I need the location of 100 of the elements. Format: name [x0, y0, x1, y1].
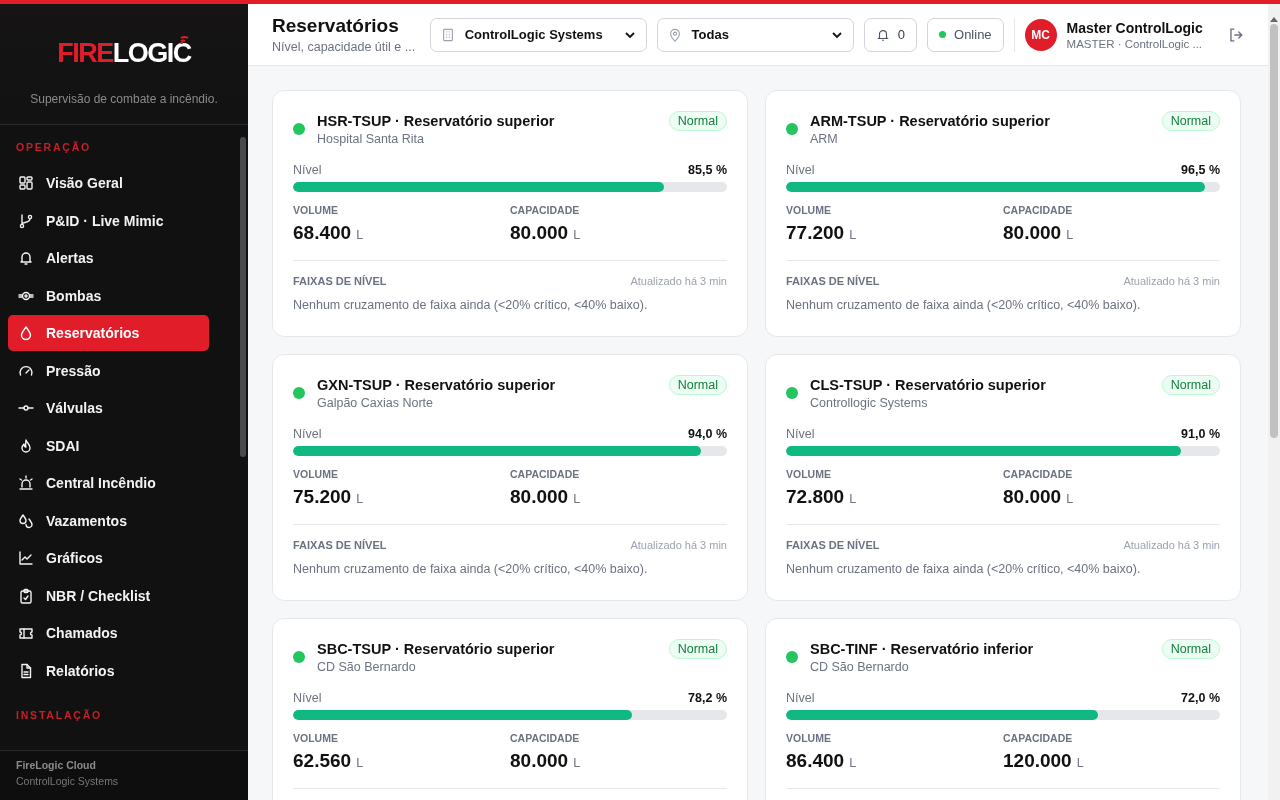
chart-icon [18, 550, 34, 566]
sidebar-item[interactable]: Vazamentos [8, 502, 209, 539]
status-badge: Online [927, 17, 1004, 52]
section-heading: OPERAÇÃO [15, 140, 93, 155]
stat-value: 80.000 [1003, 222, 1062, 243]
site-name: CD São Bernardo [317, 660, 417, 674]
ticket-icon [18, 625, 34, 641]
site-name: Galpão Caxias Norte [317, 396, 435, 410]
stat-value: 80.000 [510, 222, 569, 243]
sidebar-item[interactable]: Reservatórios [8, 315, 209, 351]
level-label: Nível [786, 163, 815, 177]
stat-value: 86.400 [786, 750, 845, 771]
updated-time: Atualizado há 3 min [1123, 539, 1220, 551]
stat-value: 75.200 [293, 486, 352, 507]
level-reading: 91,0 % [1181, 427, 1220, 441]
card-title: HSR-TSUP · Reservatório superior [317, 113, 556, 129]
stat-label: VOLUME [786, 204, 832, 216]
stat-value: 68.400 [293, 222, 352, 243]
unit-label: L [849, 756, 857, 770]
stat-label: CAPACIDADE [510, 204, 581, 216]
tagline: Supervisão de combate a incêndio. [30, 92, 218, 106]
siren-icon [18, 475, 34, 491]
level-reading: 96,5 % [1181, 163, 1220, 177]
status-badge: Normal [668, 111, 727, 131]
site-name: ARM [810, 132, 839, 146]
notifications-button[interactable]: 0 [863, 17, 917, 52]
status-badge: Normal [1161, 639, 1220, 659]
stat-value: 80.000 [510, 750, 569, 771]
unit-label: L [573, 228, 581, 242]
level-reading: 94,0 % [688, 427, 727, 441]
level-label: Nível [786, 691, 815, 705]
sidebar-item[interactable]: Visão Geral [8, 165, 209, 201]
sidebar-item[interactable]: Pressão [8, 352, 209, 389]
status-badge: Normal [1161, 111, 1220, 131]
updated-time: Atualizado há 3 min [630, 275, 727, 287]
sidebar-item[interactable]: Bombas [8, 277, 209, 314]
level-reading: 72,0 % [1181, 691, 1220, 705]
sidebar-item[interactable]: NBR / Checklist [8, 577, 209, 614]
file-icon [18, 662, 34, 679]
updated-time: Atualizado há 3 min [630, 539, 727, 551]
status-dot [939, 31, 946, 38]
unit-label: L [849, 228, 857, 242]
site-name: Controllogic Systems [810, 396, 929, 410]
stat-label: CAPACIDADE [510, 732, 581, 744]
bands-message: Nenhum cruzamento de faixa ainda (<20% crítico, <40% baixo). [786, 562, 1142, 576]
stat-label: CAPACIDADE [1003, 732, 1074, 744]
building-icon [440, 27, 455, 42]
card-title: SBC-TSUP · Reservatório superior [317, 641, 556, 657]
scroll-up-icon [1270, 16, 1278, 22]
grid-icon [18, 175, 34, 191]
unit-label: L [849, 492, 857, 506]
logout-icon[interactable] [1228, 26, 1244, 43]
sidebar-item[interactable]: Gráficos [8, 540, 209, 576]
level-reading: 85,5 % [688, 163, 727, 177]
stat-label: CAPACIDADE [1003, 468, 1074, 480]
level-label: Nível [293, 427, 322, 441]
sidebar-item[interactable]: Alertas [8, 240, 209, 276]
card-title: GXN-TSUP · Reservatório superior [317, 377, 557, 393]
stat-value: 77.200 [786, 222, 845, 243]
stat-label: VOLUME [293, 732, 339, 744]
location-select[interactable]: Todas [656, 17, 854, 52]
drops-icon [18, 512, 34, 529]
section-label: FAIXAS DE NÍVEL [786, 539, 880, 551]
unit-label: L [356, 492, 364, 506]
status-badge: Normal [1161, 375, 1220, 395]
sidebar-item[interactable]: Válvulas [8, 390, 209, 426]
unit-label: L [356, 228, 364, 242]
stat-label: VOLUME [293, 204, 339, 216]
avatar[interactable]: MC [1024, 18, 1057, 51]
unit-label: L [573, 492, 581, 506]
stat-value: 62.560 [293, 750, 352, 771]
stat-value: 72.800 [786, 486, 845, 507]
footer-subtitle: ControlLogic Systems [16, 775, 120, 787]
unit-label: L [1076, 756, 1084, 770]
card-title: ARM-TSUP · Reservatório superior [810, 113, 1051, 129]
company-select[interactable]: ControlLogic Systems [429, 17, 647, 52]
scrollbar[interactable] [1268, 4, 1280, 800]
stat-label: CAPACIDADE [1003, 204, 1074, 216]
bell-icon [18, 250, 34, 266]
sidebar-item[interactable]: Chamados [8, 615, 209, 651]
sidebar-item[interactable]: Relatórios [8, 652, 209, 689]
unit-label: L [1066, 492, 1074, 506]
stat-value: 120.000 [1003, 750, 1072, 771]
sidebar-item[interactable]: SDAI [8, 427, 209, 464]
section-heading: INSTALAÇÃO [15, 707, 104, 723]
logo-text: FIRE [57, 38, 113, 68]
site-name: Hospital Santa Rita [317, 132, 425, 146]
sidebar-item[interactable]: Central Incêndio [8, 465, 209, 501]
sidebar-item[interactable]: P&ID · Live Mimic [8, 202, 209, 239]
user-name: Master ControlLogic [1066, 19, 1204, 36]
unit-label: L [356, 756, 364, 770]
footer-title: FireLogic Cloud [16, 759, 97, 771]
level-reading: 78,2 % [688, 691, 727, 705]
unit-label: L [1066, 228, 1074, 242]
stat-value: 80.000 [510, 486, 569, 507]
bands-message: Nenhum cruzamento de faixa ainda (<20% crítico, <40% baixo). [786, 298, 1142, 312]
stat-label: CAPACIDADE [510, 468, 581, 480]
section-label: FAIXAS DE NÍVEL [293, 539, 387, 551]
stat-label: VOLUME [293, 468, 339, 480]
updated-time: Atualizado há 3 min [1123, 275, 1220, 287]
